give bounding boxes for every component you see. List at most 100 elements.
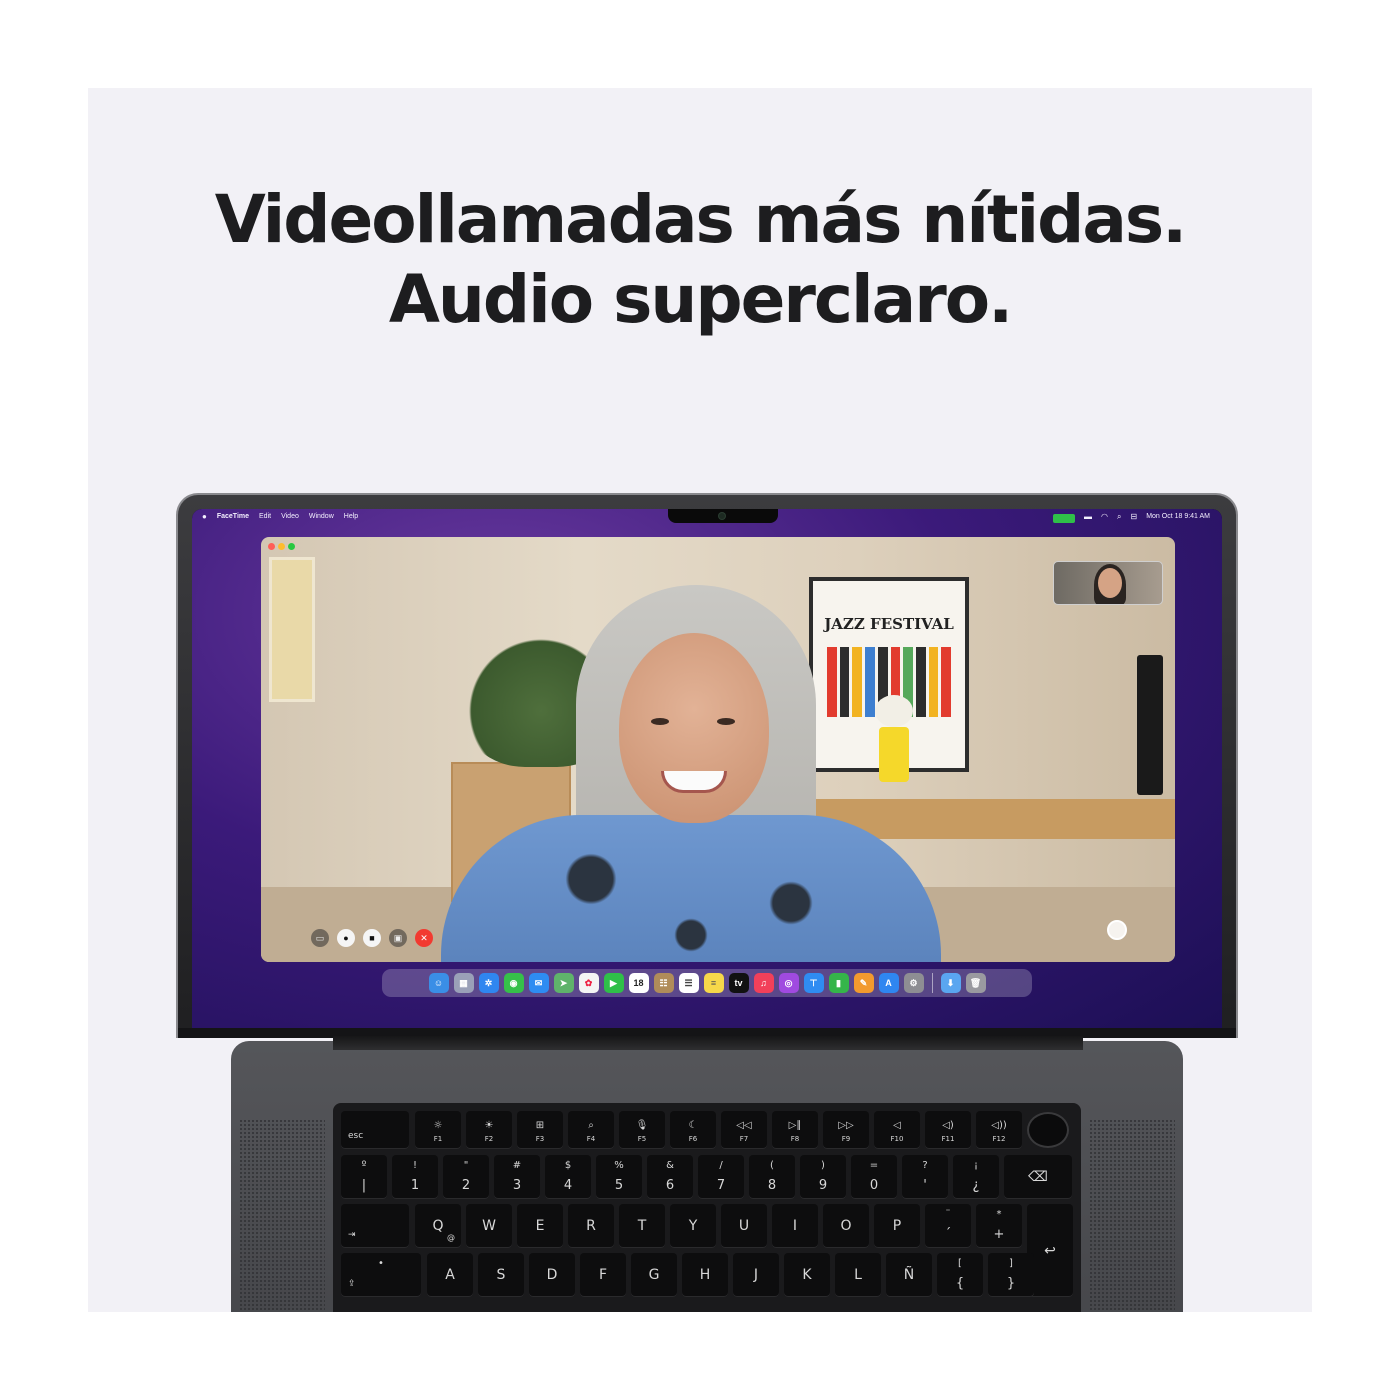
numbers-icon[interactable]: ▮ [828, 973, 849, 993]
key-p[interactable]: P [874, 1204, 920, 1248]
window-maximize-button[interactable] [288, 543, 295, 550]
key-w[interactable]: W [466, 1204, 512, 1248]
music-icon[interactable]: ♫ [753, 973, 774, 993]
key-e[interactable]: E [517, 1204, 563, 1248]
key-bottom-symbol: 8 [767, 1178, 777, 1193]
key-r[interactable]: R [568, 1204, 614, 1248]
key-f4[interactable]: ⌕ F4 [568, 1111, 614, 1149]
key-esc[interactable]: esc [341, 1111, 409, 1149]
key-j[interactable]: J [733, 1253, 779, 1297]
key-asdf-extra-1[interactable]: ]} [988, 1253, 1034, 1297]
key-number-3[interactable]: #3 [494, 1155, 540, 1199]
touch-id-button[interactable] [1027, 1112, 1069, 1148]
key-f10[interactable]: ◁ F10 [874, 1111, 920, 1149]
key-f2[interactable]: ☀ F2 [466, 1111, 512, 1149]
keynote-icon[interactable]: ⊤ [803, 973, 824, 993]
key-f5[interactable]: 🎙 F5 [619, 1111, 665, 1149]
key-o[interactable]: O [823, 1204, 869, 1248]
key-number-0[interactable]: º | [341, 1155, 387, 1199]
sidebar-icon[interactable]: ▭ [311, 929, 329, 947]
key-number-12[interactable]: ¡ ¿ [953, 1155, 999, 1199]
spotlight-icon[interactable]: ⌕ [1117, 509, 1121, 525]
microphone-icon[interactable]: ● [337, 929, 355, 947]
key-f1[interactable]: ☼ F1 [415, 1111, 461, 1149]
key-number-9[interactable]: ) 9 [800, 1155, 846, 1199]
key-caps-lock[interactable]: • ⇪ [341, 1253, 421, 1297]
finder-icon[interactable]: ☺ [428, 973, 449, 993]
key-qwerty-extra-0[interactable]: ¨ ´ [925, 1204, 971, 1248]
key-s[interactable]: S [478, 1253, 524, 1297]
key-f6[interactable]: ☾ F6 [670, 1111, 716, 1149]
key-f[interactable]: F [580, 1253, 626, 1297]
key-u[interactable]: U [721, 1204, 767, 1248]
trash-icon[interactable]: 🗑 [965, 973, 986, 993]
messages-icon[interactable]: ◉ [503, 973, 524, 993]
key-delete[interactable]: ⌫ [1004, 1155, 1072, 1199]
key-l[interactable]: L [835, 1253, 881, 1297]
key-q[interactable]: Q @ [415, 1204, 461, 1248]
key-asdf-extra-0[interactable]: [{ [937, 1253, 983, 1297]
key-a[interactable]: A [427, 1253, 473, 1297]
key-y[interactable]: Y [670, 1204, 716, 1248]
key-f7[interactable]: ◁◁ F7 [721, 1111, 767, 1149]
key-t[interactable]: T [619, 1204, 665, 1248]
camera-toggle-icon[interactable]: ■ [363, 929, 381, 947]
reminders-icon[interactable]: ☰ [678, 973, 699, 993]
appletv-icon[interactable]: tv [728, 973, 749, 993]
menu-item-edit[interactable]: Edit [259, 509, 271, 525]
menu-item-video[interactable]: Video [281, 509, 299, 525]
notes-icon[interactable]: ≡ [703, 973, 724, 993]
key-h[interactable]: H [682, 1253, 728, 1297]
launchpad-icon[interactable]: ▦ [453, 973, 474, 993]
menu-date-time[interactable]: Mon Oct 18 9:41 AM [1146, 509, 1210, 525]
calendar-icon[interactable]: 18 [628, 973, 649, 993]
key-qwerty-extra-1[interactable]: * + [976, 1204, 1022, 1248]
maps-icon[interactable]: ➤ [553, 973, 574, 993]
key-number-1[interactable]: ! 1 [392, 1155, 438, 1199]
key-number-5[interactable]: % 5 [596, 1155, 642, 1199]
key-number-4[interactable]: $4 [545, 1155, 591, 1199]
pages-icon[interactable]: ✎ [853, 973, 874, 993]
live-photo-shutter-button[interactable] [1107, 920, 1127, 940]
key-f8-label: F8 [790, 1135, 800, 1143]
key-ñ[interactable]: Ñ [886, 1253, 932, 1297]
facetime-icon[interactable]: ▶ [603, 973, 624, 993]
settings-icon[interactable]: ⚙ [903, 973, 924, 993]
key-d[interactable]: D [529, 1253, 575, 1297]
key-f9[interactable]: ▷▷ F9 [823, 1111, 869, 1149]
key-number-6[interactable]: & 6 [647, 1155, 693, 1199]
key-f8[interactable]: ▷∥ F8 [772, 1111, 818, 1149]
window-close-button[interactable] [268, 543, 275, 550]
key-g[interactable]: G [631, 1253, 677, 1297]
key-f11[interactable]: ◁) F11 [925, 1111, 971, 1149]
contacts-icon[interactable]: ☷ [653, 973, 674, 993]
end-call-icon[interactable]: ✕ [415, 929, 433, 947]
menu-item-help[interactable]: Help [344, 509, 358, 525]
key-number-7[interactable]: /7 [698, 1155, 744, 1199]
menu-item-window[interactable]: Window [309, 509, 334, 525]
apple-icon[interactable]: ● [202, 509, 207, 525]
podcasts-icon[interactable]: ◎ [778, 973, 799, 993]
key-number-10[interactable]: = 0 [851, 1155, 897, 1199]
key-tab[interactable]: ⇥ [341, 1204, 409, 1248]
control-center-icon[interactable]: ⊟ [1130, 509, 1137, 525]
battery-icon[interactable]: ▬ [1084, 509, 1092, 525]
appstore-icon[interactable]: A [878, 973, 899, 993]
photos-icon[interactable]: ✿ [578, 973, 599, 993]
key-k[interactable]: K [784, 1253, 830, 1297]
facetime-status-indicator[interactable] [1053, 514, 1076, 523]
key-number-8[interactable]: (8 [749, 1155, 795, 1199]
menu-app-name[interactable]: FaceTime [217, 509, 249, 525]
wifi-icon[interactable]: ◠ [1101, 509, 1108, 525]
key-number-11[interactable]: ? ' [902, 1155, 948, 1199]
window-minimize-button[interactable] [278, 543, 285, 550]
mail-icon[interactable]: ✉ [528, 973, 549, 993]
key-i[interactable]: I [772, 1204, 818, 1248]
self-view-thumbnail[interactable] [1053, 561, 1163, 605]
key-f3[interactable]: ⊞ F3 [517, 1111, 563, 1149]
key-number-2[interactable]: " 2 [443, 1155, 489, 1199]
safari-icon[interactable]: ✲ [478, 973, 499, 993]
key-f12[interactable]: ◁)) F12 [976, 1111, 1022, 1149]
downloads-icon[interactable]: ⬇ [940, 973, 961, 993]
screen-share-icon[interactable]: ▣ [389, 929, 407, 947]
